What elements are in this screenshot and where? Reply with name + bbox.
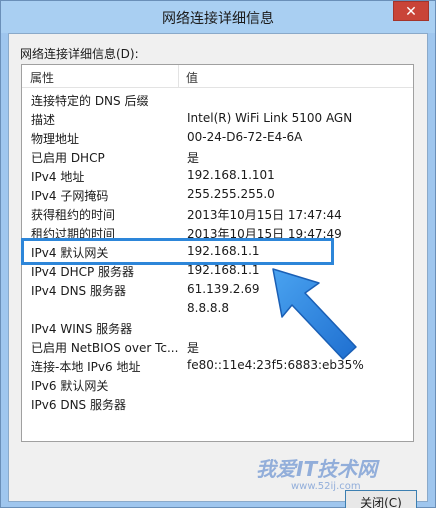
window-title: 网络连接详细信息 <box>162 11 274 27</box>
property-name: IPv4 子网掩码 <box>31 189 109 203</box>
property-value: 61.139.2.69 <box>187 282 260 296</box>
property-name: 已启用 NetBIOS over Tc... <box>31 341 179 355</box>
column-header-value[interactable]: 值 <box>186 69 198 86</box>
list-item[interactable]: 获得租约的时间 2013年10月15日 17:47:44 <box>22 204 413 223</box>
details-label: 网络连接详细信息(D): <box>20 47 139 61</box>
property-value: 00-24-D6-72-E4-6A <box>187 130 303 144</box>
list-item[interactable]: 已启用 DHCP 是 <box>22 147 413 166</box>
dialog-body: 网络连接详细信息(D): 属性 值 连接特定的 DNS 后缀 描述 Intel(R)… <box>8 33 428 508</box>
property-value: 2013年10月15日 17:47:44 <box>187 208 342 222</box>
property-value: 是 <box>187 151 200 165</box>
list-item[interactable]: 物理地址 00-24-D6-72-E4-6A <box>22 128 413 147</box>
close-window-button[interactable]: ✕ <box>393 1 429 21</box>
property-name: 已启用 DHCP <box>31 151 105 165</box>
property-name: IPv4 DHCP 服务器 <box>31 265 135 279</box>
close-button[interactable]: 关闭(C) <box>345 490 417 508</box>
property-name: IPv6 默认网关 <box>31 379 109 393</box>
list-item[interactable]: IPv6 默认网关 <box>22 375 413 394</box>
list-item[interactable]: IPv4 地址 192.168.1.101 <box>22 166 413 185</box>
property-name: IPv4 WINS 服务器 <box>31 322 133 336</box>
list-item[interactable]: IPv4 子网掩码 255.255.255.0 <box>22 185 413 204</box>
property-name: 连接-本地 IPv6 地址 <box>31 360 141 374</box>
property-name: 物理地址 <box>31 132 80 146</box>
watermark-url: www.52ij.com <box>291 481 361 492</box>
details-list[interactable]: 属性 值 连接特定的 DNS 后缀 描述 Intel(R) WiFi Link 51… <box>21 64 414 442</box>
list-item[interactable]: 连接-本地 IPv6 地址 fe80::11e4:23f5:6883:eb35% <box>22 356 413 375</box>
property-value: fe80::11e4:23f5:6883:eb35% <box>187 358 364 372</box>
property-value: 192.168.1.1 <box>187 244 260 258</box>
property-name: 描述 <box>31 113 56 127</box>
title-bar[interactable]: 网络连接详细信息 ✕ <box>1 1 435 33</box>
list-item[interactable]: IPv4 默认网关 192.168.1.1 <box>22 242 413 261</box>
property-name: 连接特定的 DNS 后缀 <box>31 94 149 108</box>
property-value: 8.8.8.8 <box>187 301 229 315</box>
property-name: IPv4 默认网关 <box>31 246 109 260</box>
list-item[interactable]: IPv4 DNS 服务器 61.139.2.69 <box>22 280 413 299</box>
list-item[interactable]: 已启用 NetBIOS over Tc... 是 <box>22 337 413 356</box>
property-value: 255.255.255.0 <box>187 187 275 201</box>
dialog-window: 网络连接详细信息 ✕ 网络连接详细信息(D): 属性 值 连接特定的 DNS 后… <box>0 0 436 508</box>
list-item[interactable]: IPv6 DNS 服务器 <box>22 394 413 413</box>
list-item[interactable]: 租约过期的时间 2013年10月15日 19:47:49 <box>22 223 413 242</box>
column-divider[interactable] <box>178 65 179 88</box>
property-name: IPv6 DNS 服务器 <box>31 398 126 412</box>
list-item[interactable]: IPv4 WINS 服务器 <box>22 318 413 337</box>
list-item[interactable]: 描述 Intel(R) WiFi Link 5100 AGN <box>22 109 413 128</box>
property-value: Intel(R) WiFi Link 5100 AGN <box>187 111 353 125</box>
list-item[interactable]: 8.8.8.8 <box>22 299 413 318</box>
property-name: IPv4 地址 <box>31 170 85 184</box>
list-header: 属性 值 <box>22 65 413 88</box>
property-name: 获得租约的时间 <box>31 208 116 222</box>
property-value: 192.168.1.101 <box>187 168 275 182</box>
property-value: 是 <box>187 341 200 355</box>
list-item[interactable]: 连接特定的 DNS 后缀 <box>22 90 413 109</box>
column-header-property[interactable]: 属性 <box>30 69 54 86</box>
property-value: 192.168.1.1 <box>187 263 260 277</box>
list-rows: 连接特定的 DNS 后缀 描述 Intel(R) WiFi Link 5100 AG… <box>22 90 413 413</box>
property-name: IPv4 DNS 服务器 <box>31 284 126 298</box>
property-name: 租约过期的时间 <box>31 227 116 241</box>
list-item[interactable]: IPv4 DHCP 服务器 192.168.1.1 <box>22 261 413 280</box>
watermark-logo: 我爱IT技术网 <box>256 457 378 481</box>
property-value: 2013年10月15日 19:47:49 <box>187 227 342 241</box>
